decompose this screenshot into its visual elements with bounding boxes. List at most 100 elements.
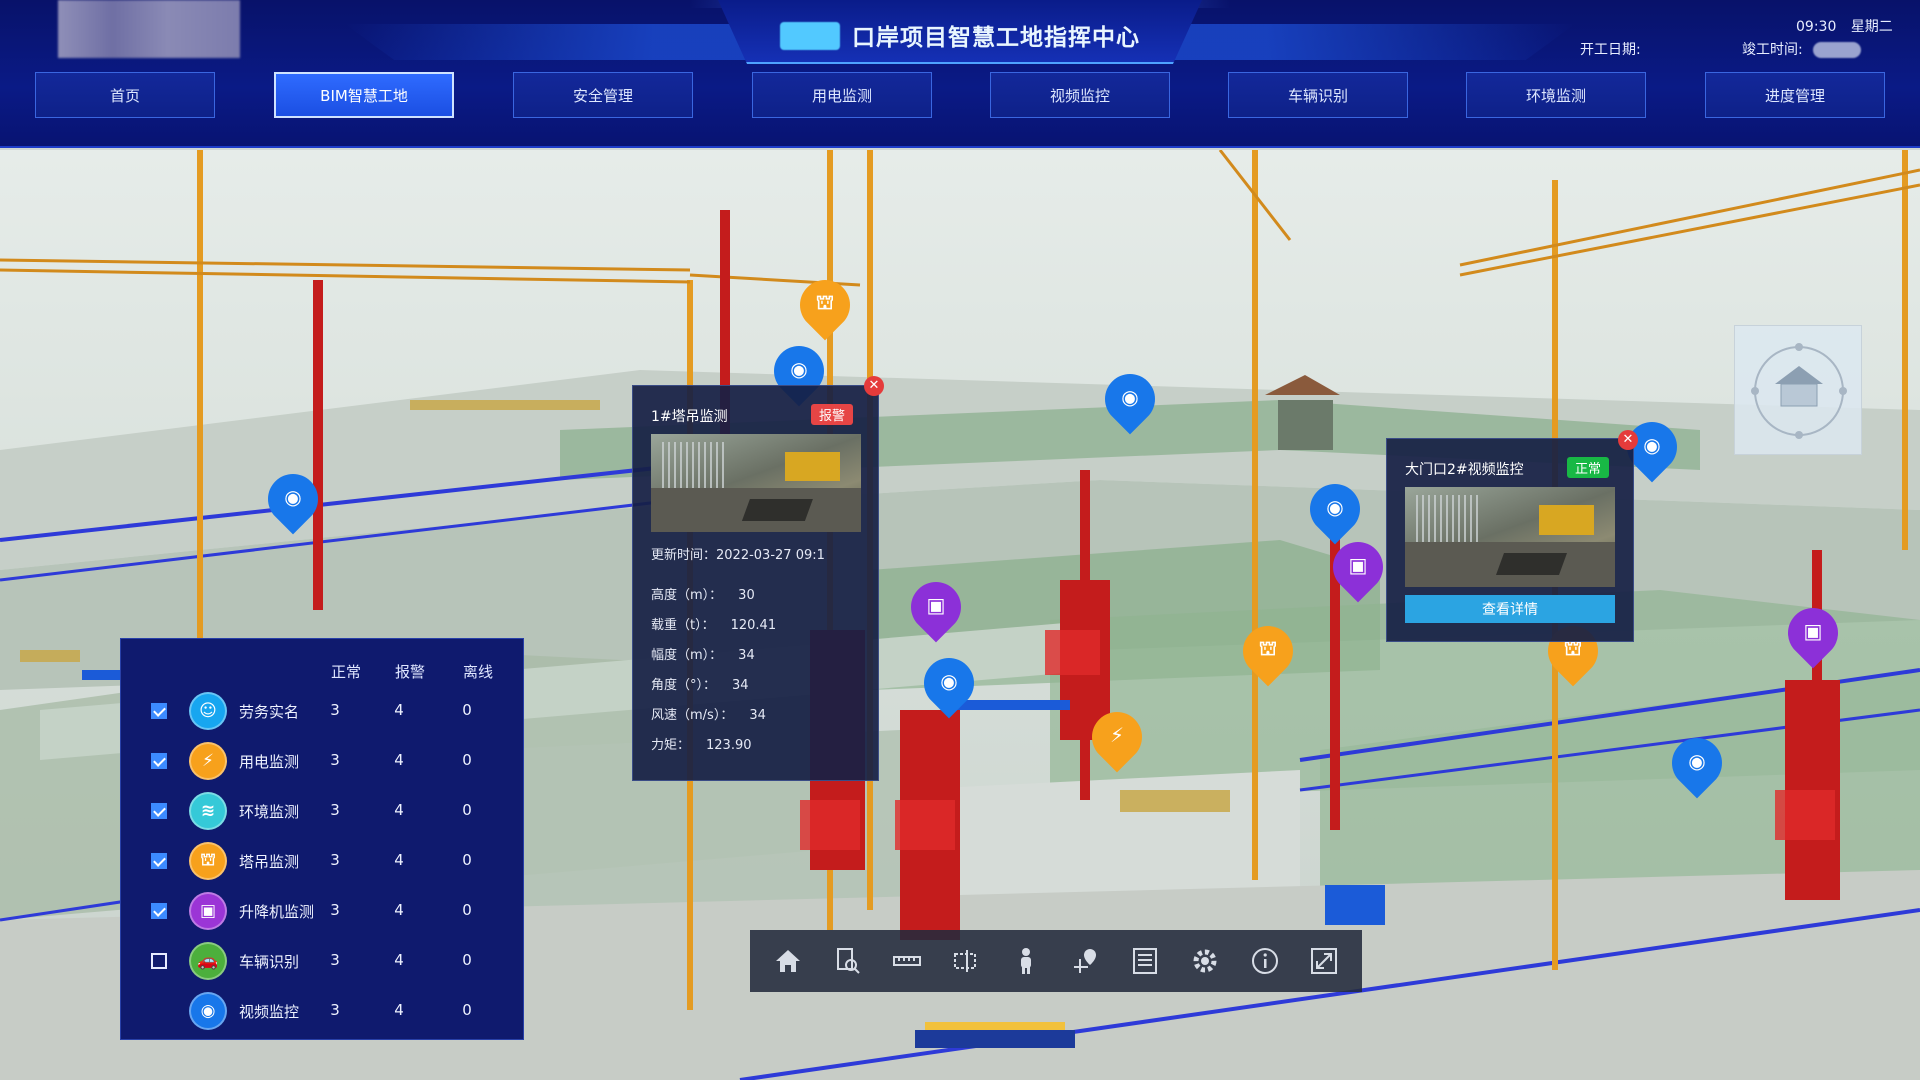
count-normal: 3 <box>330 851 340 869</box>
field-row: 高度（m）： 30 <box>651 584 755 603</box>
field-value: 34 <box>749 708 766 723</box>
nav-video[interactable]: 视频监控 <box>990 72 1170 118</box>
elevator-icon: ▣ <box>926 593 946 617</box>
end-date-label: 竣工时间: <box>1742 42 1803 58</box>
legend-name: 车辆识别 <box>239 953 300 971</box>
legend-name: 环境监测 <box>239 803 300 821</box>
count-normal: 3 <box>330 951 340 969</box>
camera-thumbnail[interactable] <box>1405 487 1615 587</box>
start-date-label: 开工日期: <box>1580 42 1641 58</box>
section-icon[interactable] <box>945 939 989 983</box>
legend-name: 塔吊监测 <box>239 853 300 871</box>
count-offline: 0 <box>462 751 472 769</box>
measure-icon[interactable] <box>885 939 929 983</box>
crane-info-popup: 1#塔吊监测 报警 更新时间：2022-03-27 09:1 高度（m）： 30 … <box>632 385 879 781</box>
fullscreen-icon[interactable] <box>1302 939 1346 983</box>
count-offline: 0 <box>462 951 472 969</box>
nav-bim[interactable]: BIM智慧工地 <box>274 72 454 118</box>
nav-environment[interactable]: 环境监测 <box>1466 72 1646 118</box>
count-alarm: 4 <box>394 751 404 769</box>
company-logo <box>58 0 240 58</box>
crane-marker[interactable]: ⛫ <box>789 269 861 341</box>
count-offline: 0 <box>462 701 472 719</box>
camera-marker[interactable]: ◉ <box>1299 473 1371 545</box>
nav-vehicle[interactable]: 车辆识别 <box>1228 72 1408 118</box>
count-alarm: 4 <box>394 1001 404 1019</box>
field-label: 角度（°）： <box>651 678 717 693</box>
power-icon: ⚡ <box>189 742 227 780</box>
layer-checkbox[interactable] <box>151 903 167 919</box>
legend-row: ◉ 视频监控 3 4 0 <box>121 989 525 1033</box>
inspect-icon[interactable] <box>825 939 869 983</box>
elevator-marker[interactable]: ▣ <box>1777 597 1849 669</box>
legend-row: ≋ 环境监测 3 4 0 <box>121 789 525 833</box>
legend-name: 视频监控 <box>239 1003 300 1021</box>
start-date: 开工日期: <box>1580 39 1641 59</box>
field-row: 力矩： 123.90 <box>651 734 752 753</box>
home-icon[interactable] <box>766 939 810 983</box>
power-icon: ⚡ <box>1109 723 1125 747</box>
elevator-marker[interactable]: ▣ <box>1322 531 1394 603</box>
camera-icon: ◉ <box>1121 385 1139 409</box>
top-header: 口岸项目智慧工地指挥中心 09:30 星期二 开工日期: 竣工时间: 首页 BI… <box>0 0 1920 148</box>
settings-icon[interactable] <box>1183 939 1227 983</box>
location-icon[interactable] <box>1064 939 1108 983</box>
power-marker[interactable]: ⚡ <box>1081 701 1153 773</box>
elevator-icon: ▣ <box>189 892 227 930</box>
popup-title: 大门口2#视频监控 <box>1405 462 1524 478</box>
legend-name: 劳务实名 <box>239 703 300 721</box>
update-time-value: 2022-03-27 09:1 <box>716 548 825 563</box>
count-alarm: 4 <box>394 901 404 919</box>
legend-name: 用电监测 <box>239 753 300 771</box>
crane-camera-thumbnail[interactable] <box>651 434 861 532</box>
camera-marker[interactable]: ◉ <box>1616 411 1688 483</box>
camera-marker[interactable]: ◉ <box>913 647 985 719</box>
layer-checkbox[interactable] <box>151 853 167 869</box>
layer-checkbox[interactable] <box>151 953 167 969</box>
time-text: 09:30 <box>1796 19 1837 35</box>
worker-icon: ☺ <box>189 692 227 730</box>
layer-checkbox[interactable] <box>151 703 167 719</box>
camera-marker[interactable]: ◉ <box>1094 363 1166 435</box>
layer-checkbox[interactable] <box>151 803 167 819</box>
crane-marker[interactable]: ⛫ <box>1232 615 1304 687</box>
count-normal: 3 <box>330 1001 340 1019</box>
nav-progress[interactable]: 进度管理 <box>1705 72 1885 118</box>
project-logo <box>780 22 840 50</box>
close-camera-popup-button[interactable]: ✕ <box>1618 430 1638 450</box>
elevator-marker[interactable]: ▣ <box>900 571 972 643</box>
layer-checkbox[interactable] <box>151 753 167 769</box>
camera-marker[interactable]: ◉ <box>1661 727 1733 799</box>
crane-icon: ⛫ <box>189 842 227 880</box>
bim-toolbar <box>750 930 1362 992</box>
nav-home[interactable]: 首页 <box>35 72 215 118</box>
header-alarm: 报警 <box>395 663 426 681</box>
list-icon[interactable] <box>1123 939 1167 983</box>
field-label: 幅度（m）： <box>651 648 723 663</box>
end-date-value <box>1813 42 1862 58</box>
field-row: 角度（°）： 34 <box>651 674 749 693</box>
field-value: 123.90 <box>706 738 752 753</box>
nav-power[interactable]: 用电监测 <box>752 72 932 118</box>
legend-name: 升降机监测 <box>239 903 315 921</box>
status-badge: 正常 <box>1567 457 1610 478</box>
info-icon[interactable] <box>1243 939 1287 983</box>
close-crane-popup-button[interactable]: ✕ <box>864 376 884 396</box>
field-value: 34 <box>732 678 749 693</box>
main-nav: 首页 BIM智慧工地 安全管理 用电监测 视频监控 车辆识别 环境监测 进度管理 <box>0 72 1920 120</box>
count-alarm: 4 <box>394 851 404 869</box>
view-cube[interactable] <box>1734 325 1862 455</box>
nav-safety[interactable]: 安全管理 <box>513 72 693 118</box>
header-normal: 正常 <box>331 663 362 681</box>
field-row: 风速（m/s）： 34 <box>651 704 766 723</box>
camera-icon: ◉ <box>1688 749 1706 773</box>
view-details-button[interactable]: 查看详情 <box>1405 595 1615 623</box>
count-normal: 3 <box>330 801 340 819</box>
count-offline: 0 <box>462 901 472 919</box>
elevator-icon: ▣ <box>1803 619 1823 643</box>
elevator-icon: ▣ <box>1348 553 1368 577</box>
person-icon[interactable] <box>1004 939 1048 983</box>
update-time: 更新时间：2022-03-27 09:1 <box>651 544 825 563</box>
field-label: 高度（m）： <box>651 588 723 603</box>
camera-marker[interactable]: ◉ <box>257 463 329 535</box>
